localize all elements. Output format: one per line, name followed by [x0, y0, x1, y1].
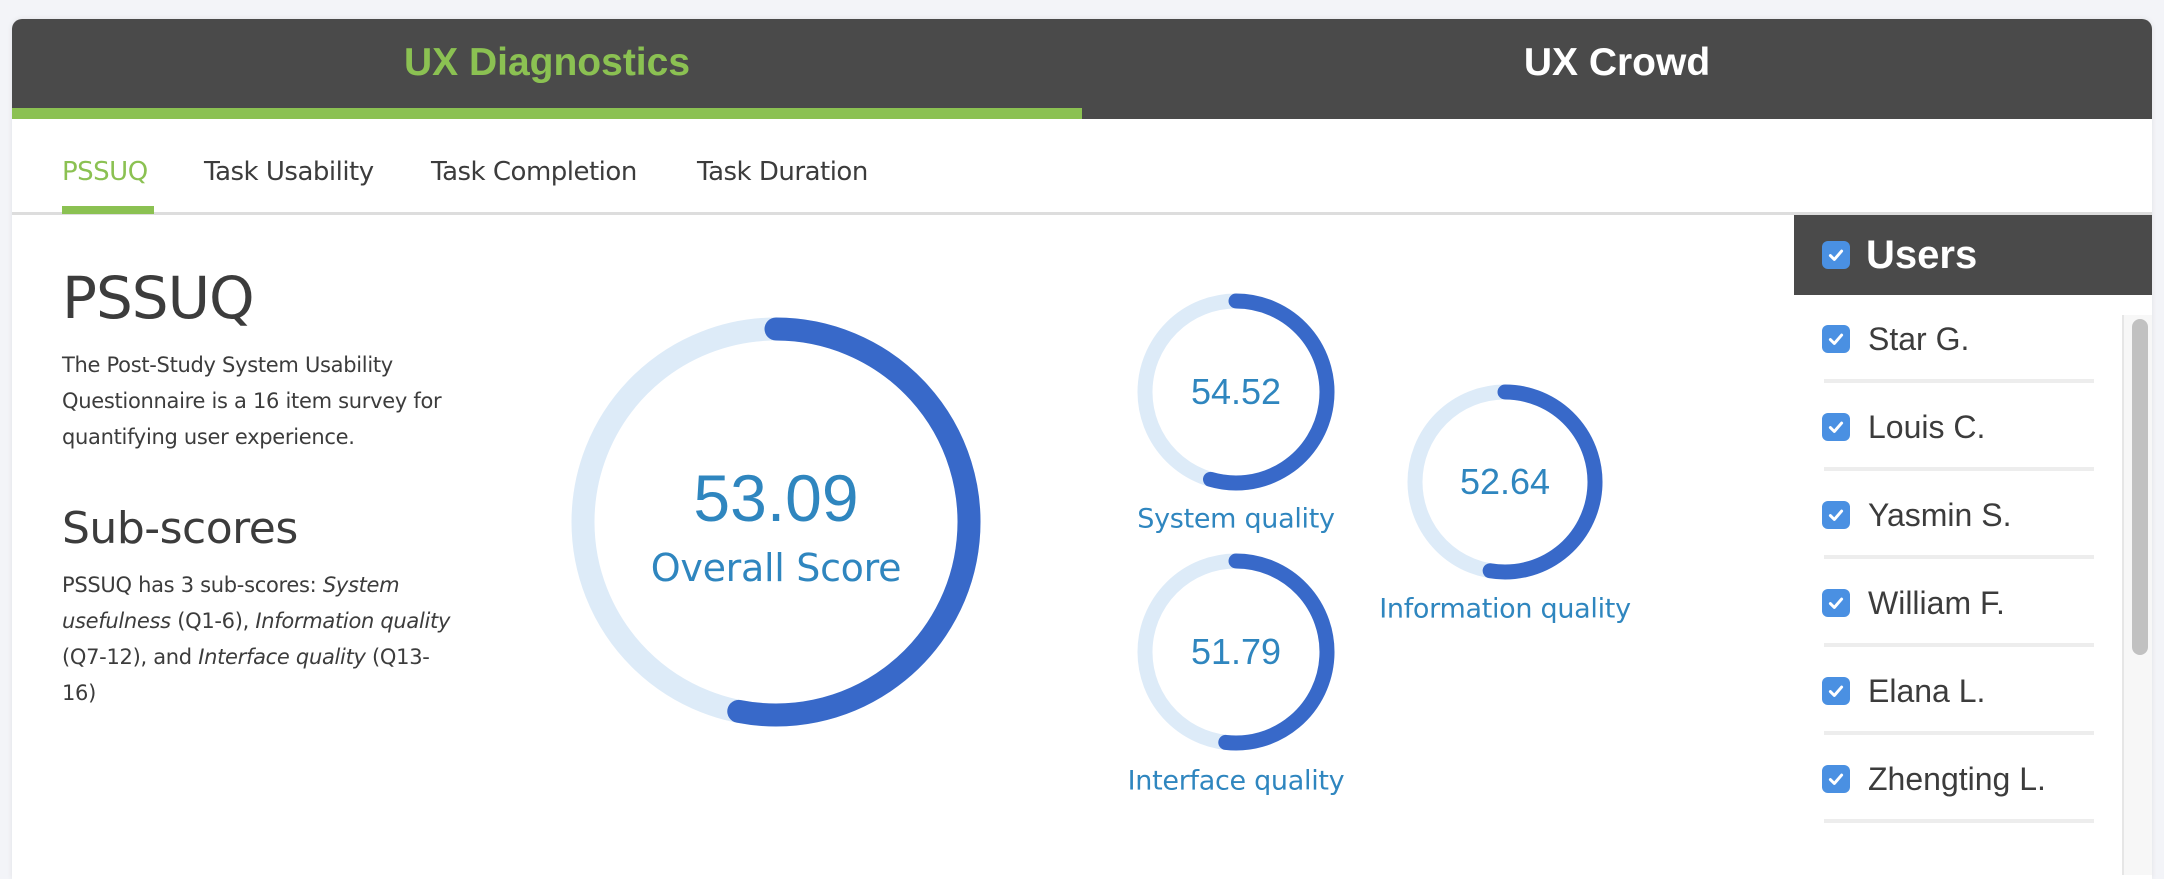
- users-panel-header: Users: [1794, 215, 2152, 295]
- interface-quality-value: 51.79: [1190, 631, 1282, 672]
- subtab-task-duration[interactable]: Task Duration: [697, 157, 868, 187]
- user-checkbox[interactable]: [1822, 501, 1850, 529]
- pssuq-description: PSSUQ The Post-Study System Usability Qu…: [62, 269, 462, 711]
- subscores-heading: Sub-scores: [62, 503, 298, 554]
- user-name: Louis C.: [1868, 408, 1986, 445]
- user-checkbox[interactable]: [1822, 765, 1850, 793]
- user-checkbox[interactable]: [1822, 413, 1850, 441]
- interface-quality-label: Interface quality: [1127, 765, 1345, 797]
- user-list-item[interactable]: Star G.: [1794, 295, 2122, 383]
- overall-score-label: Overall Score: [650, 546, 902, 590]
- subscore-interface-quality: Interface quality: [198, 645, 366, 669]
- intro-text: The Post-Study System Usability Question…: [62, 353, 442, 449]
- users-panel: Users Star G. Louis C. Yasmin S. William…: [1794, 215, 2152, 875]
- user-name: Zhengting L.: [1868, 760, 2046, 797]
- information-quality-label: Information quality: [1379, 593, 1631, 625]
- top-navigation: UX Diagnostics UX Crowd: [12, 19, 2152, 119]
- user-checkbox[interactable]: [1822, 677, 1850, 705]
- user-checkbox[interactable]: [1822, 325, 1850, 353]
- user-name: Star G.: [1868, 320, 1970, 357]
- user-list-item[interactable]: Yasmin S.: [1794, 471, 2122, 559]
- subscore-range-2: (Q7-12), and: [62, 645, 199, 669]
- user-name: William F.: [1868, 584, 2005, 621]
- system-quality-value: 54.52: [1190, 371, 1282, 412]
- checkmark-icon: [1828, 333, 1844, 345]
- select-all-users-checkbox[interactable]: [1822, 241, 1850, 269]
- user-name: Yasmin S.: [1868, 496, 2012, 533]
- user-checkbox[interactable]: [1822, 589, 1850, 617]
- checkmark-icon: [1828, 597, 1844, 609]
- main-card: UX Diagnostics UX Crowd PSSUQ Task Usabi…: [12, 19, 2152, 879]
- subtab-task-usability[interactable]: Task Usability: [204, 157, 374, 187]
- tab-ux-crowd[interactable]: UX Crowd: [1082, 19, 2152, 119]
- tab-ux-diagnostics[interactable]: UX Diagnostics: [12, 19, 1082, 119]
- checkmark-icon: [1828, 249, 1844, 261]
- subtab-task-completion[interactable]: Task Completion: [431, 157, 637, 187]
- subscore-information-quality: Information quality: [255, 609, 451, 633]
- subscores-text: PSSUQ has 3 sub-scores: System usefulnes…: [62, 567, 462, 711]
- active-tab-indicator: [62, 206, 154, 214]
- user-list-item[interactable]: William F.: [1794, 559, 2122, 647]
- overall-score-value: 53.09: [693, 461, 859, 535]
- checkmark-icon: [1828, 685, 1844, 697]
- users-panel-title: Users: [1866, 232, 1978, 277]
- checkmark-icon: [1828, 773, 1844, 785]
- user-name: Elana L.: [1868, 672, 1986, 709]
- checkmark-icon: [1828, 509, 1844, 521]
- subscores-prefix: PSSUQ has 3 sub-scores:: [62, 573, 323, 597]
- subtab-pssuq[interactable]: PSSUQ: [62, 157, 148, 187]
- user-list-item[interactable]: Zhengting L.: [1794, 735, 2122, 823]
- users-scrollbar-thumb[interactable]: [2132, 319, 2148, 655]
- subscore-range-1: (Q1-6),: [170, 609, 256, 633]
- user-list-item[interactable]: Louis C.: [1794, 383, 2122, 471]
- sub-tab-bar: PSSUQ Task Usability Task Completion Tas…: [12, 119, 2152, 215]
- page-title: PSSUQ: [62, 264, 255, 332]
- user-list: Star G. Louis C. Yasmin S. William F. El…: [1794, 295, 2122, 823]
- system-quality-label: System quality: [1137, 503, 1335, 535]
- checkmark-icon: [1828, 421, 1844, 433]
- users-scrollbar[interactable]: [2122, 315, 2152, 875]
- information-quality-value: 52.64: [1459, 461, 1551, 502]
- user-list-item[interactable]: Elana L.: [1794, 647, 2122, 735]
